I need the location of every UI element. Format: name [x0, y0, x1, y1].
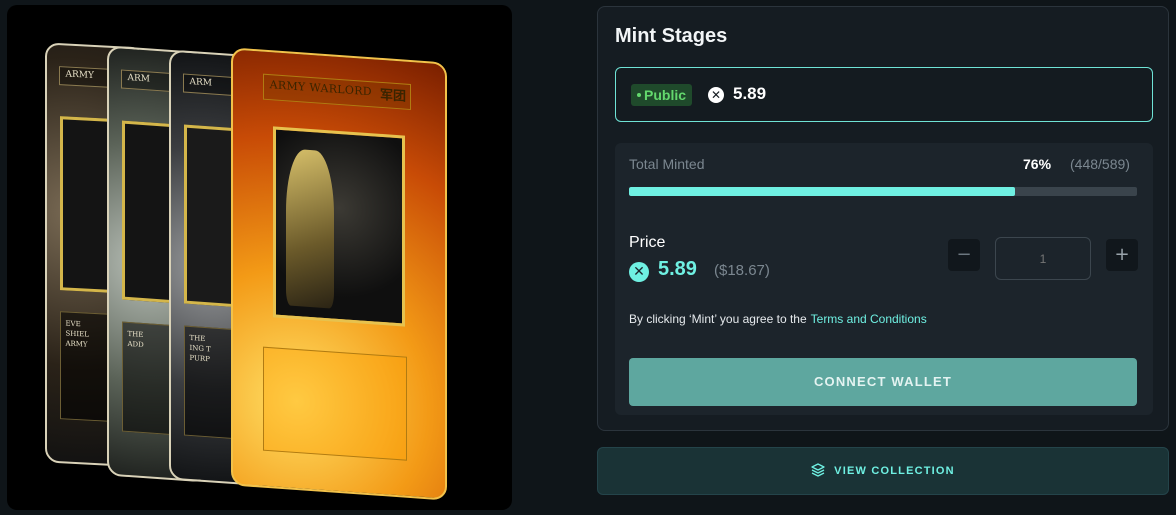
- card-1-title: ARMY: [65, 69, 94, 81]
- terms-link[interactable]: Terms and Conditions: [811, 312, 927, 326]
- card-2-title: ARM: [127, 73, 151, 85]
- minted-progress-fill: [629, 187, 1016, 196]
- card-1-text: EVE SHIEL ARMY: [65, 319, 89, 349]
- connect-wallet-button[interactable]: CONNECT WALLET: [629, 358, 1137, 406]
- price-label: Price: [629, 234, 666, 251]
- card-glyph: 军团: [380, 87, 407, 105]
- stage-badge-label: Public: [644, 87, 687, 103]
- stage-badge: Public: [631, 84, 693, 106]
- warlord-statue: [286, 148, 334, 310]
- layers-icon: [811, 463, 825, 477]
- minted-progress-bar: [629, 187, 1137, 196]
- stage-price: 5.89: [733, 84, 767, 103]
- panel-title: Mint Stages: [615, 25, 728, 47]
- nft-card-army-warlord: ARMY WARLORD 军团: [231, 47, 447, 501]
- xrp-icon: ✕: [629, 262, 649, 282]
- mint-page: ARMY EVE SHIEL ARMY ARM THE ADD ARM THE …: [0, 0, 1176, 515]
- view-collection-label: VIEW COLLECTION: [834, 465, 955, 477]
- mint-stage-public[interactable]: Public ✕ 5.89: [615, 67, 1153, 122]
- terms-prefix: By clicking ‘Mint’ you agree to the: [629, 312, 807, 326]
- card-title: ARMY WARLORD: [269, 77, 372, 98]
- increase-quantity-button[interactable]: +: [1106, 239, 1138, 271]
- decrease-quantity-button[interactable]: −: [948, 239, 980, 271]
- card-3-title: ARM: [189, 77, 213, 89]
- nft-artwork: ARMY EVE SHIEL ARMY ARM THE ADD ARM THE …: [7, 5, 512, 510]
- mint-panel: Mint Stages Public ✕ 5.89 Total Minted 7…: [597, 6, 1169, 431]
- mint-box: Total Minted 76% (448/589) Price ✕ 5.89 …: [615, 143, 1153, 415]
- view-collection-button[interactable]: VIEW COLLECTION: [597, 447, 1169, 495]
- price-value: 5.89: [658, 258, 697, 280]
- card-3-text: THE ING T PURP: [189, 333, 211, 363]
- price-usd: ($18.67): [714, 262, 770, 279]
- total-minted-label: Total Minted: [629, 156, 705, 172]
- minted-count: (448/589): [1070, 156, 1130, 172]
- quantity-input[interactable]: [995, 237, 1091, 280]
- terms-notice: By clicking ‘Mint’ you agree to the Terms…: [629, 312, 927, 326]
- card-2-text: THE ADD: [127, 329, 144, 349]
- card-portrait: [273, 126, 405, 327]
- xrp-icon: ✕: [708, 87, 724, 103]
- minted-percent: 76%: [1023, 156, 1052, 172]
- card-description: [262, 346, 407, 462]
